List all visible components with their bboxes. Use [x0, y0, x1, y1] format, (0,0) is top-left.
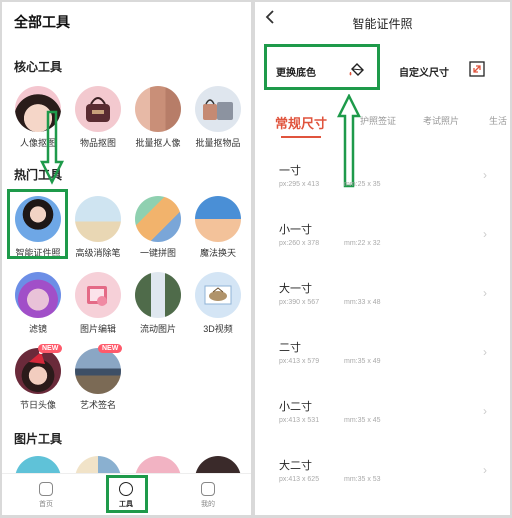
page-title: 全部工具 [14, 14, 70, 30]
tool-filter[interactable]: 滤镜 [8, 272, 68, 335]
resize-icon [469, 61, 485, 77]
size-px: px:413 x 625 [279, 476, 320, 483]
tab-regular-size[interactable]: 常规尺寸 [275, 113, 327, 132]
tool-advanced-eraser[interactable]: 高级消除笔 [68, 196, 128, 259]
tool-label: 3D视频 [203, 324, 233, 334]
size-row-large-2inch[interactable]: 大二寸 px:413 x 625 mm:35 x 53 › [279, 457, 499, 513]
size-mm: mm:25 x 35 [344, 181, 381, 188]
size-name: 小二寸 [279, 401, 312, 413]
advanced-eraser-icon [75, 196, 121, 242]
tool-label: 一键拼图 [139, 248, 176, 258]
magic-sky-icon [195, 196, 241, 242]
size-mm: mm:35 x 49 [344, 358, 381, 365]
tab-life[interactable]: 生活 [489, 114, 507, 127]
flow-image-icon [135, 272, 181, 318]
tab-passport-visa[interactable]: 护照签证 [360, 114, 396, 127]
tool-label: 批量抠人像 [135, 138, 181, 148]
home-icon [39, 482, 53, 496]
nav-label: 首页 [39, 501, 53, 508]
chevron-right-icon: › [483, 463, 487, 477]
tool-batch-portrait[interactable]: 批量抠人像 [128, 86, 188, 149]
size-name: 大一寸 [279, 283, 312, 295]
tool-holiday-avatar[interactable]: NEW 节日头像 [8, 344, 68, 411]
chevron-right-icon: › [483, 404, 487, 418]
size-name: 小一寸 [279, 224, 312, 236]
profile-icon [201, 482, 215, 496]
size-px: px:260 x 378 [279, 240, 320, 247]
custom-size-option[interactable]: 自定义尺寸 [391, 50, 507, 92]
art-signature-icon [75, 348, 121, 394]
highlight-box-tools-nav [106, 475, 148, 513]
option-label: 自定义尺寸 [399, 68, 449, 79]
size-mm: mm:35 x 53 [344, 476, 381, 483]
section-title-core: 核心工具 [14, 60, 63, 74]
batch-object-icon [195, 86, 241, 132]
tool-flow-image[interactable]: 流动图片 [128, 272, 188, 335]
chevron-right-icon: › [483, 227, 487, 241]
tool-label: 艺术签名 [79, 400, 116, 410]
tool-label: 节日头像 [19, 400, 56, 410]
arrow-down-icon [40, 110, 64, 185]
tool-label: 物品抠图 [79, 138, 116, 148]
chevron-right-icon: › [483, 345, 487, 359]
size-name: 一寸 [279, 165, 301, 177]
size-px: px:390 x 567 [279, 299, 320, 306]
size-row-small-1inch[interactable]: 小一寸 px:260 x 378 mm:22 x 32 › [279, 221, 499, 277]
size-px: px:295 x 413 [279, 181, 320, 188]
size-mm: mm:33 x 48 [344, 299, 381, 306]
tool-art-signature[interactable]: NEW 艺术签名 [68, 344, 128, 411]
tools-screen: 全部工具 核心工具 人像抠图 物品抠图 批量抠人像 批量抠物品 热门工具 智能证… [2, 2, 251, 515]
size-px: px:413 x 531 [279, 417, 320, 424]
tool-label: 魔法换天 [199, 248, 236, 258]
tool-collage[interactable]: 一键拼图 [128, 196, 188, 259]
tool-image-edit[interactable]: 图片编辑 [68, 272, 128, 335]
bottom-nav: 首页 工具 我的 [2, 473, 251, 515]
object-cutout-icon [75, 86, 121, 132]
new-badge: NEW [38, 344, 63, 353]
filter-icon [15, 272, 61, 318]
highlight-box-change-background [264, 44, 380, 90]
id-photo-screen: 智能证件照 更换底色 自定义尺寸 常规尺寸 护照签证 考试照片 生活 一寸 px… [255, 2, 510, 515]
image-edit-icon [75, 272, 121, 318]
size-row-large-1inch[interactable]: 大一寸 px:390 x 567 mm:33 x 48 › [279, 280, 499, 336]
highlight-box-smart-id [7, 189, 68, 259]
size-row-2inch[interactable]: 二寸 px:413 x 579 mm:35 x 49 › [279, 339, 499, 395]
size-name: 大二寸 [279, 460, 312, 472]
tool-label: 高级消除笔 [75, 248, 121, 258]
chevron-right-icon: › [483, 286, 487, 300]
size-category-tabs: 常规尺寸 护照签证 考试照片 生活 [255, 114, 510, 138]
size-row-small-2inch[interactable]: 小二寸 px:413 x 531 mm:35 x 45 › [279, 398, 499, 454]
tool-label: 图片编辑 [79, 324, 116, 334]
tool-label: 流动图片 [139, 324, 176, 334]
size-name: 二寸 [279, 342, 301, 354]
tool-label: 滤镜 [28, 324, 47, 334]
size-px: px:413 x 579 [279, 358, 320, 365]
active-tab-indicator [281, 136, 321, 138]
tool-object-cutout[interactable]: 物品抠图 [68, 86, 128, 149]
page-title: 智能证件照 [352, 17, 413, 31]
tool-label: 批量抠物品 [195, 138, 241, 148]
size-row-1inch[interactable]: 一寸 px:295 x 413 mm:25 x 35 › [279, 162, 499, 218]
new-badge: NEW [98, 344, 123, 353]
3d-video-icon [195, 272, 241, 318]
tab-exam-photo[interactable]: 考试照片 [423, 114, 459, 127]
collage-icon [135, 196, 181, 242]
section-title-picture: 图片工具 [14, 432, 63, 446]
tool-3d-video[interactable]: 3D视频 [188, 272, 248, 335]
nav-home[interactable]: 首页 [26, 478, 66, 509]
holiday-avatar-icon [15, 348, 61, 394]
tool-batch-object[interactable]: 批量抠物品 [188, 86, 248, 149]
nav-label: 我的 [201, 501, 215, 508]
size-mm: mm:35 x 45 [344, 417, 381, 424]
tool-magic-sky[interactable]: 魔法换天 [188, 196, 248, 259]
size-mm: mm:22 x 32 [344, 240, 381, 247]
batch-portrait-icon [135, 86, 181, 132]
chevron-right-icon: › [483, 168, 487, 182]
nav-mine[interactable]: 我的 [188, 478, 228, 509]
